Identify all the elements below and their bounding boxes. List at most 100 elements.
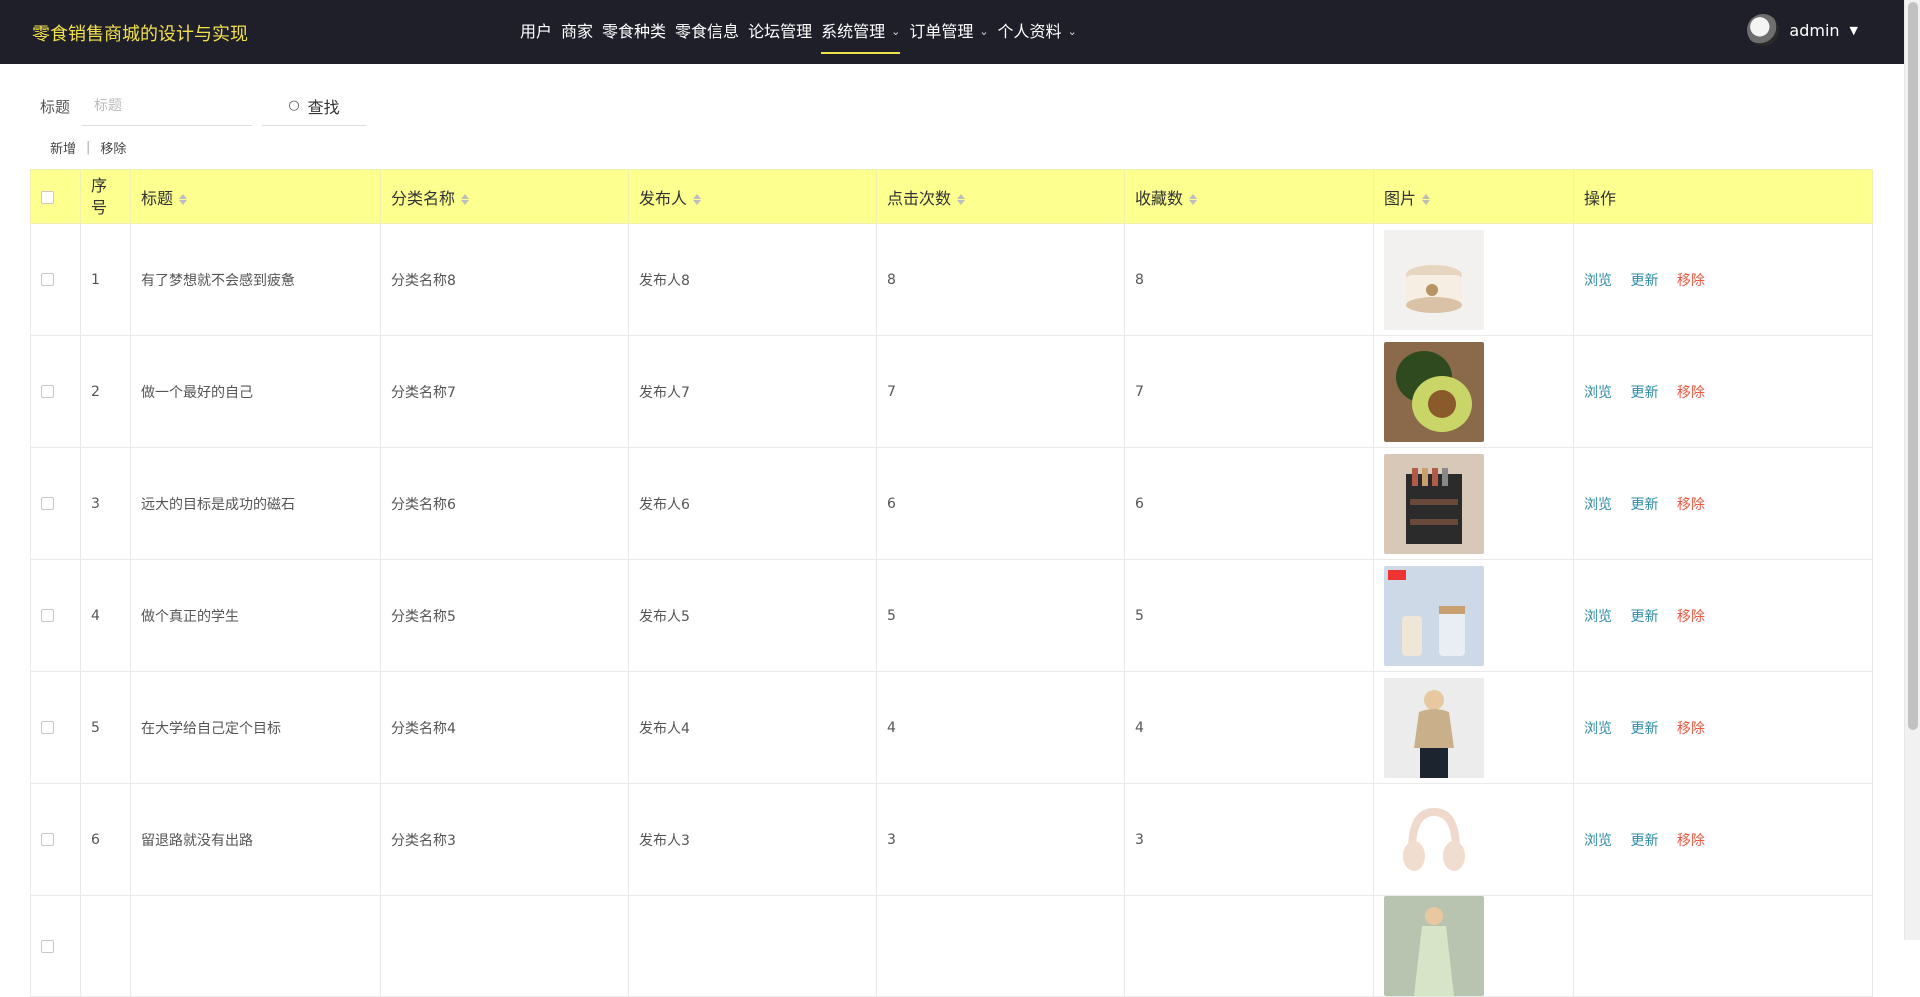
browse-button[interactable]: 浏览	[1584, 273, 1612, 289]
update-button[interactable]: 更新	[1630, 609, 1658, 625]
remove-button[interactable]: 移除	[1677, 833, 1705, 849]
update-button[interactable]: 更新	[1630, 385, 1658, 401]
chevron-down-icon: ⌄	[979, 25, 989, 38]
col-category[interactable]: 分类名称	[380, 169, 629, 224]
cell-title: 做一个最好的自己	[130, 335, 381, 448]
product-image[interactable]	[1384, 896, 1484, 996]
nav-item-6[interactable]: 订单管理 ⌄	[909, 0, 988, 64]
app-brand-title: 零食销售商城的设计与实现	[32, 24, 248, 45]
sort-icon[interactable]	[179, 193, 188, 206]
row-checkbox[interactable]	[41, 939, 54, 953]
product-image[interactable]	[1384, 341, 1484, 442]
remove-button[interactable]: 移除	[1677, 609, 1705, 625]
col-index-label: 序号	[91, 175, 108, 217]
remove-button[interactable]: 移除	[1677, 497, 1705, 513]
username[interactable]: admin	[1789, 21, 1839, 40]
col-clicks-label: 点击次数	[887, 188, 952, 208]
sort-icon[interactable]	[1189, 193, 1198, 206]
product-image[interactable]	[1384, 789, 1484, 890]
table-row	[30, 895, 1873, 997]
row-checkbox[interactable]	[41, 833, 54, 846]
caret-down-icon[interactable]: ▼	[1850, 24, 1858, 37]
update-button[interactable]: 更新	[1630, 273, 1658, 289]
batch-remove-button[interactable]: 移除	[100, 138, 126, 157]
table-header-row: 序号 标题 分类名称 发布人 点击次数 收藏数 图片 操作	[30, 169, 1873, 224]
sort-icon[interactable]	[1422, 193, 1431, 206]
cell-publisher: 发布人6	[628, 447, 877, 560]
sort-icon[interactable]	[461, 193, 470, 206]
browse-button[interactable]: 浏览	[1584, 497, 1612, 513]
col-image[interactable]: 图片	[1373, 169, 1574, 224]
row-checkbox[interactable]	[41, 385, 54, 398]
update-button[interactable]: 更新	[1630, 833, 1658, 849]
cell-title	[130, 895, 381, 997]
search-button-label: 查找	[307, 97, 340, 117]
row-select-cell	[30, 335, 81, 448]
browse-button[interactable]: 浏览	[1584, 833, 1612, 849]
row-checkbox[interactable]	[41, 609, 54, 622]
product-image[interactable]	[1384, 677, 1484, 778]
col-publisher[interactable]: 发布人	[628, 169, 877, 224]
product-image[interactable]	[1384, 453, 1484, 554]
nav-item-label: 商家	[561, 22, 594, 41]
cell-title: 做个真正的学生	[130, 559, 381, 672]
product-image[interactable]	[1384, 565, 1484, 666]
browse-button[interactable]: 浏览	[1584, 385, 1612, 401]
browse-button[interactable]: 浏览	[1584, 609, 1612, 625]
row-checkbox[interactable]	[41, 497, 54, 510]
nav-item-0[interactable]: 用户	[520, 0, 552, 64]
page-scrollbar[interactable]	[1904, 0, 1920, 940]
search-input[interactable]	[82, 86, 253, 126]
browse-button[interactable]: 浏览	[1584, 721, 1612, 737]
nav-item-2[interactable]: 零食种类	[602, 0, 666, 64]
nav-item-4[interactable]: 论坛管理	[748, 0, 812, 64]
top-navbar: 零食销售商城的设计与实现 用户 商家 零食种类 零食信息 论坛管理 系统管理 ⌄ 订单管理 ⌄ 个…	[0, 0, 1904, 64]
col-clicks[interactable]: 点击次数	[876, 169, 1125, 224]
cell-image	[1373, 335, 1574, 448]
update-button[interactable]: 更新	[1630, 721, 1658, 737]
sort-icon[interactable]	[693, 193, 702, 206]
cell-operations	[1573, 895, 1873, 997]
row-select-cell	[30, 895, 81, 997]
nav-item-label: 订单管理	[909, 22, 974, 41]
nav-item-label: 系统管理	[821, 22, 886, 41]
remove-button[interactable]: 移除	[1677, 385, 1705, 401]
product-image[interactable]	[1384, 229, 1484, 330]
col-publisher-label: 发布人	[639, 188, 688, 208]
row-checkbox[interactable]	[41, 721, 54, 734]
row-checkbox[interactable]	[41, 273, 54, 286]
nav-item-7[interactable]: 个人资料 ⌄	[998, 0, 1077, 64]
select-all-checkbox[interactable]	[41, 191, 54, 204]
cell-image	[1373, 671, 1574, 784]
table-row: 2 做一个最好的自己 分类名称7 发布人7 7 7 浏览 更新 移除	[30, 335, 1873, 448]
add-button[interactable]: 新增	[50, 138, 76, 157]
col-title[interactable]: 标题	[130, 169, 381, 224]
nav-item-5[interactable]: 系统管理 ⌄	[821, 0, 901, 64]
nav-item-1[interactable]: 商家	[561, 0, 593, 64]
table-row: 5 在大学给自己定个目标 分类名称4 发布人4 4 4 浏览 更新 移除	[30, 671, 1873, 784]
scrollbar-thumb[interactable]	[1908, 2, 1918, 730]
sort-icon[interactable]	[957, 193, 966, 206]
cell-image	[1373, 783, 1574, 896]
nav-item-3[interactable]: 零食信息	[675, 0, 739, 64]
row-select-cell	[30, 671, 81, 784]
cell-favorites: 5	[1124, 559, 1374, 672]
table-row: 3 远大的目标是成功的磁石 分类名称6 发布人6 6 6 浏览 更新 移除	[30, 447, 1873, 560]
search-button[interactable]: ○ 查找	[262, 86, 367, 126]
cell-title: 有了梦想就不会感到疲惫	[130, 223, 381, 336]
col-favorites[interactable]: 收藏数	[1124, 169, 1374, 224]
remove-button[interactable]: 移除	[1677, 721, 1705, 737]
row-select-cell	[30, 447, 81, 560]
cell-operations: 浏览 更新 移除	[1573, 671, 1873, 784]
chevron-down-icon: ⌄	[1067, 25, 1077, 38]
cell-category: 分类名称3	[380, 783, 629, 896]
avatar[interactable]	[1747, 14, 1780, 46]
cell-favorites: 4	[1124, 671, 1374, 784]
cell-operations: 浏览 更新 移除	[1573, 783, 1873, 896]
cell-favorites: 7	[1124, 335, 1374, 448]
remove-button[interactable]: 移除	[1677, 273, 1705, 289]
update-button[interactable]: 更新	[1630, 497, 1658, 513]
user-menu[interactable]: admin ▼	[1747, 14, 1858, 46]
cell-title: 在大学给自己定个目标	[130, 671, 381, 784]
cell-image	[1373, 559, 1574, 672]
